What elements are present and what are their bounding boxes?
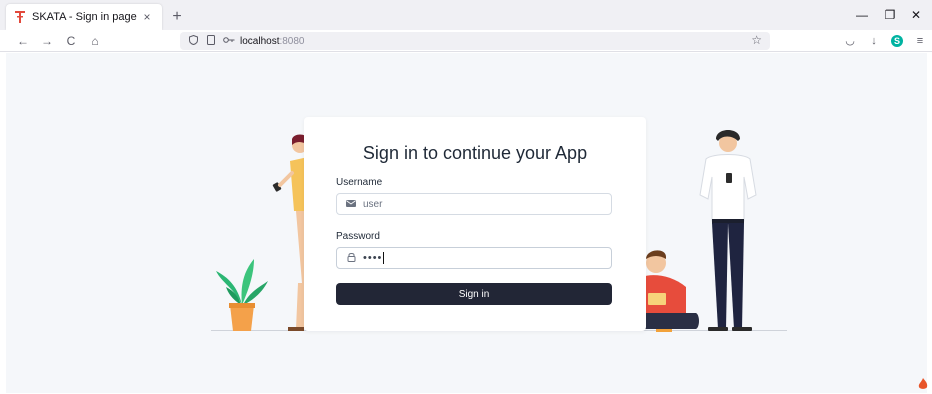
flame-icon bbox=[918, 378, 928, 389]
username-value: user bbox=[363, 198, 383, 210]
browser-tab[interactable]: SKATA - Sign in page × bbox=[6, 4, 162, 30]
lock-icon bbox=[345, 252, 357, 265]
password-input[interactable]: •••• bbox=[336, 247, 612, 269]
back-button[interactable]: ← bbox=[14, 32, 32, 50]
email-icon bbox=[345, 199, 357, 210]
pocket-icon[interactable]: ◡ bbox=[842, 33, 858, 49]
home-button[interactable]: ⌂ bbox=[86, 32, 104, 50]
plant-illustration bbox=[216, 259, 268, 331]
signin-card: Sign in to continue your App Username us… bbox=[304, 117, 646, 331]
skata-favicon-icon bbox=[14, 11, 26, 23]
new-tab-button[interactable]: + bbox=[168, 8, 186, 26]
tab-close-icon[interactable]: × bbox=[140, 10, 154, 24]
url-host: localhost bbox=[240, 35, 280, 47]
signin-heading: Sign in to continue your App bbox=[362, 143, 588, 163]
restore-button[interactable]: ❐ bbox=[880, 6, 900, 24]
username-label: Username bbox=[336, 177, 383, 188]
page-content: Sign in to continue your App Username us… bbox=[6, 53, 927, 393]
text-caret bbox=[383, 252, 385, 264]
forward-button[interactable]: → bbox=[38, 32, 56, 50]
password-label: Password bbox=[336, 231, 380, 242]
shield-icon[interactable] bbox=[186, 34, 200, 48]
url-bar[interactable]: localhost:8080 ☆ bbox=[180, 32, 770, 50]
account-avatar[interactable]: S bbox=[891, 35, 903, 47]
username-input[interactable]: user bbox=[336, 193, 612, 215]
password-value: •••• bbox=[363, 252, 383, 264]
reload-button[interactable]: C bbox=[62, 32, 80, 50]
menu-icon[interactable]: ≡ bbox=[912, 33, 928, 49]
bookmark-star-icon[interactable]: ☆ bbox=[751, 33, 762, 47]
downloads-icon[interactable]: ↓ bbox=[866, 33, 882, 49]
signin-button[interactable]: Sign in bbox=[336, 283, 612, 305]
minimize-button[interactable]: — bbox=[852, 6, 872, 24]
url-port: :8080 bbox=[279, 35, 305, 47]
page-icon[interactable] bbox=[204, 34, 218, 48]
standing-person-illustration bbox=[699, 130, 757, 331]
tab-title: SKATA - Sign in page bbox=[32, 11, 137, 23]
close-window-button[interactable]: ✕ bbox=[906, 6, 926, 24]
browser-nav-bar: ← → C ⌂ localhost:8080 ☆ ◡ ↓ S ≡ bbox=[0, 30, 932, 52]
person-left-illustration bbox=[272, 134, 308, 331]
browser-tab-bar: SKATA - Sign in page × + — ❐ ✕ bbox=[0, 0, 932, 30]
key-icon[interactable] bbox=[222, 36, 236, 47]
